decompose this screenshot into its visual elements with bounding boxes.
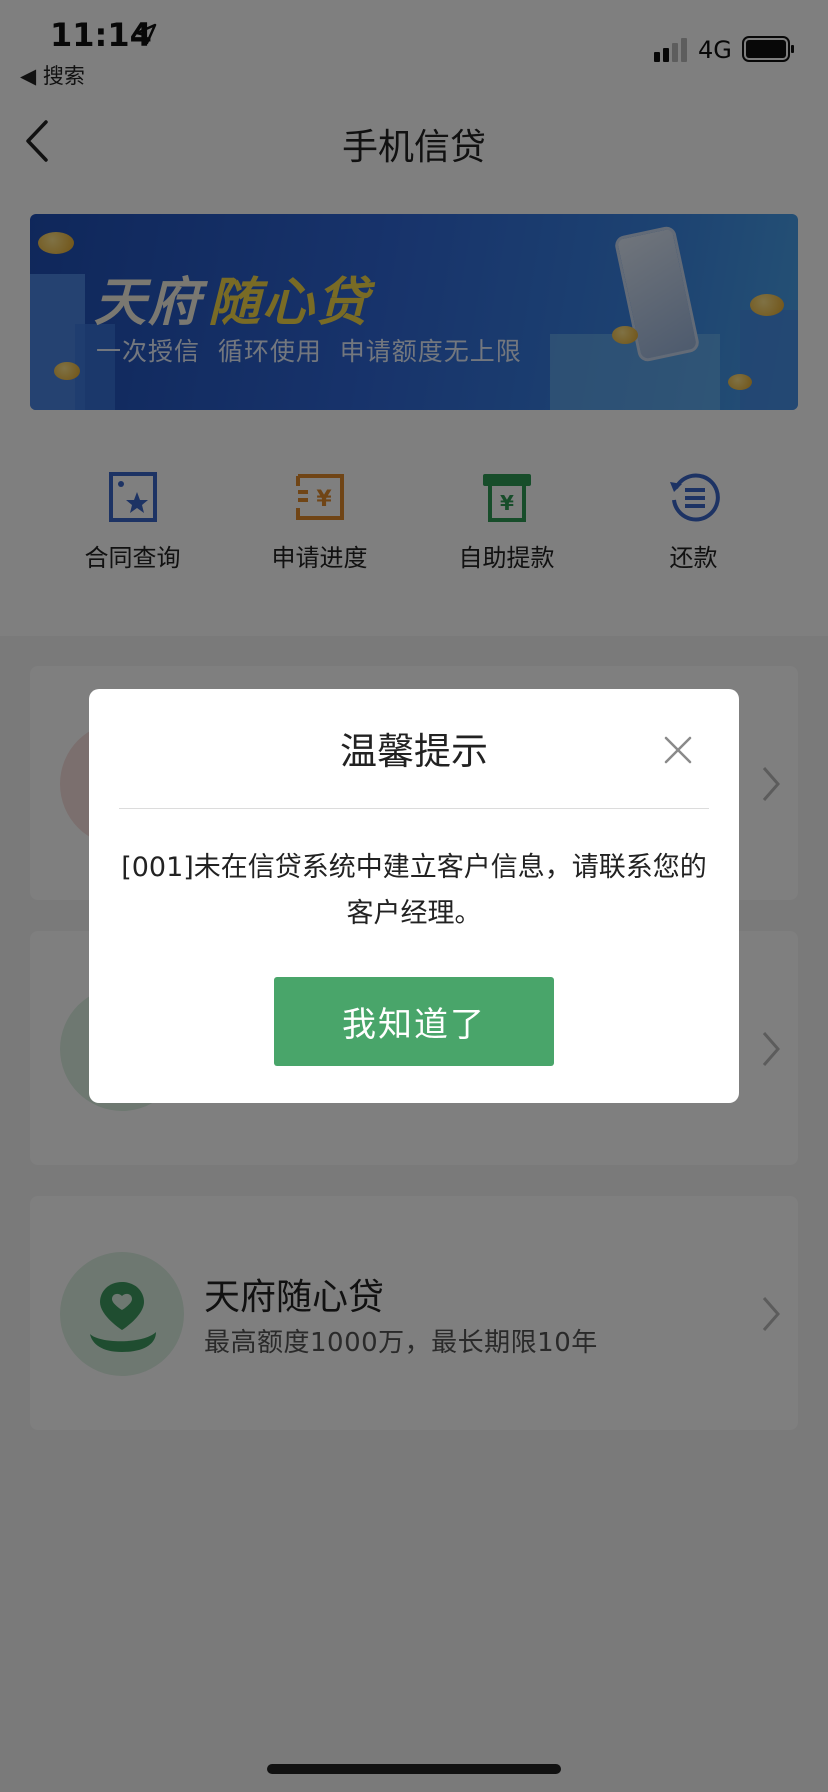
alert-dialog: 温馨提示 [001]未在信贷系统中建立客户信息，请联系您的客户经理。 我知道了 (89, 689, 739, 1103)
home-indicator[interactable] (267, 1764, 561, 1774)
acknowledge-button[interactable]: 我知道了 (274, 977, 554, 1066)
dialog-divider (119, 808, 709, 809)
close-icon[interactable] (663, 735, 693, 765)
dialog-title: 温馨提示 (340, 730, 488, 773)
dialog-message: [001]未在信贷系统中建立客户信息，请联系您的客户经理。 (121, 852, 707, 929)
